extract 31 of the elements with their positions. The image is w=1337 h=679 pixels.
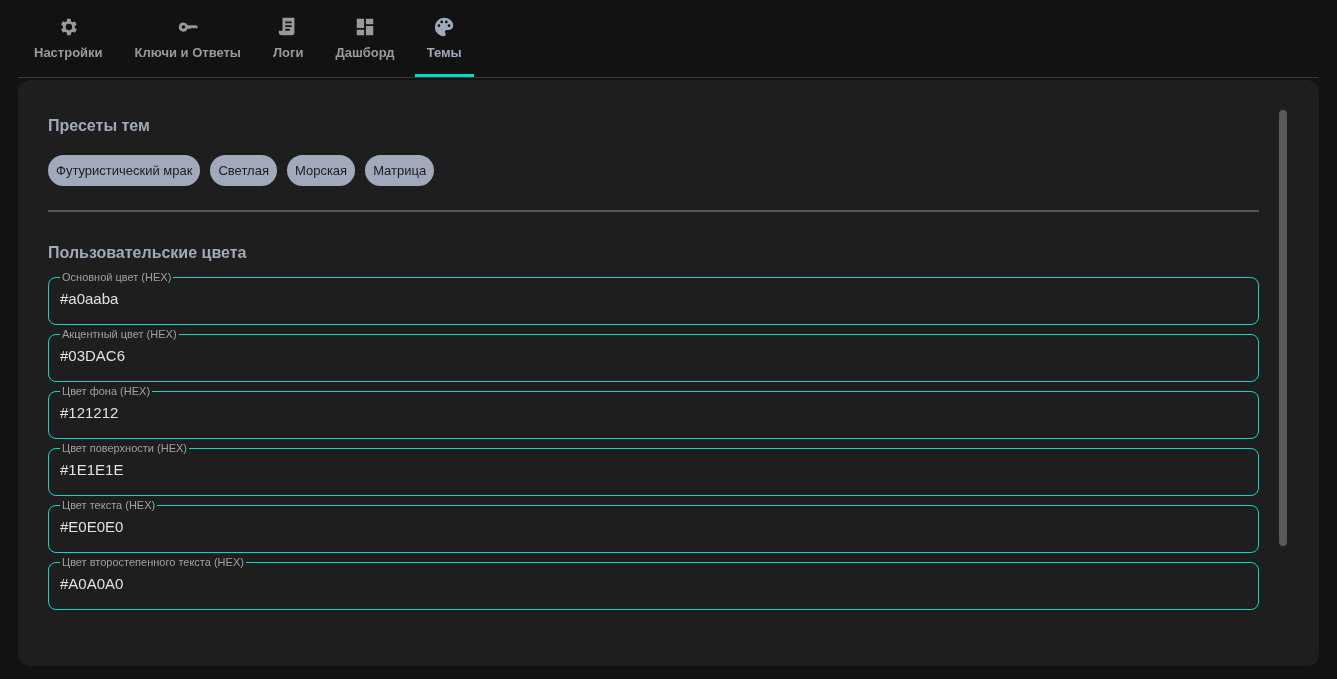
section-heading: Пользовательские цвета xyxy=(48,243,248,263)
field-value[interactable]: #121212 xyxy=(60,402,1247,425)
field-label: Основной цвет (HEX) xyxy=(61,271,173,283)
tab[interactable]: Ключи и Ответы xyxy=(122,15,253,77)
preset-chip[interactable]: Светлая xyxy=(210,155,277,186)
field-label: Акцентный цвет (HEX) xyxy=(61,328,178,340)
field-value[interactable]: #A0A0A0 xyxy=(60,573,1247,596)
preset-chip[interactable]: Матрица xyxy=(365,155,435,186)
tab[interactable]: Настройки xyxy=(22,15,115,77)
section-heading: Пресеты тем xyxy=(48,116,151,136)
field-value[interactable]: #E0E0E0 xyxy=(60,516,1247,539)
text-field[interactable]: Цвет второстепенного текста (HEX) #A0A0A0 xyxy=(48,556,1259,610)
text-field[interactable]: Акцентный цвет (HEX) #03DAC6 xyxy=(48,328,1259,382)
field-label: Цвет текста (HEX) xyxy=(61,499,157,511)
text-field[interactable]: Цвет поверхности (HEX) #1E1E1E xyxy=(48,442,1259,496)
preset-chip[interactable]: Морская xyxy=(286,155,356,186)
preset-chip[interactable]: Футуристический мрак xyxy=(48,155,201,186)
field-value[interactable]: #1E1E1E xyxy=(60,459,1247,482)
text-field[interactable]: Цвет фона (HEX) #121212 xyxy=(48,385,1259,439)
field-label: Цвет фона (HEX) xyxy=(61,385,152,397)
tab[interactable]: Темы xyxy=(414,15,474,77)
scrollbar-thumb[interactable] xyxy=(1279,110,1287,546)
field-label: Цвет поверхности (HEX) xyxy=(61,442,188,454)
palette-icon xyxy=(433,15,456,38)
text-field[interactable]: Цвет текста (HEX) #E0E0E0 xyxy=(48,499,1259,553)
text-field[interactable]: Основной цвет (HEX) #a0aaba xyxy=(48,271,1259,325)
tab[interactable]: Дашборд xyxy=(323,15,407,77)
tab[interactable]: Логи xyxy=(261,15,316,77)
field-value[interactable]: #a0aaba xyxy=(60,288,1247,311)
field-value[interactable]: #03DAC6 xyxy=(60,345,1247,368)
field-label: Цвет второстепенного текста (HEX) xyxy=(61,556,245,568)
